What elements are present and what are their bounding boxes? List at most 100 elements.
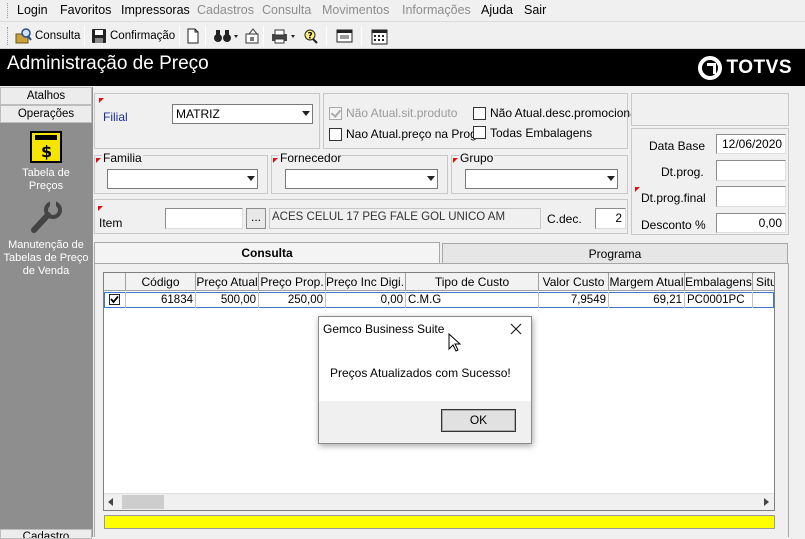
grupo-select[interactable] — [465, 169, 618, 189]
filial-value: MATRIZ — [176, 107, 220, 121]
totvs-logo: TOTVS — [697, 56, 793, 80]
nao-atual-preco-progr-checkbox[interactable] — [329, 128, 342, 141]
calendar-button[interactable] — [369, 26, 391, 46]
grid-header[interactable]: Preço Inc Digi... — [326, 273, 406, 291]
cell-preco-inc-digi[interactable]: 0,00 — [326, 292, 406, 308]
grupo-panel: Grupo — [451, 151, 628, 194]
menu-favoritos[interactable]: Favoritos — [60, 3, 111, 17]
grid-header[interactable]: Valor Custo — [539, 273, 609, 291]
new-document-button[interactable] — [184, 26, 202, 46]
info-panel — [631, 93, 789, 126]
save-icon — [92, 29, 106, 43]
menu-grip — [7, 3, 10, 18]
item-code-field[interactable] — [165, 208, 243, 229]
confirmacao-button[interactable]: Confirmação — [89, 26, 177, 46]
svg-text:$: $ — [41, 142, 52, 161]
consulta-icon — [15, 28, 32, 44]
filial-select[interactable]: MATRIZ — [172, 104, 313, 124]
close-icon[interactable] — [510, 323, 522, 335]
fornecedor-select[interactable] — [285, 169, 438, 189]
scroll-left-icon[interactable] — [108, 498, 113, 506]
nao-atual-desc-promocional-checkbox[interactable] — [473, 107, 486, 120]
help-button[interactable]: ? — [300, 26, 322, 46]
todas-embalagens-checkbox[interactable] — [473, 126, 486, 139]
toolbar-separator — [205, 26, 206, 46]
cdec-field[interactable]: 2 — [595, 208, 626, 229]
cell-preco-atual: 500,00 — [196, 292, 259, 308]
grid-header[interactable]: Embalagens — [685, 273, 753, 291]
sidebar-item-tabela-precos[interactable]: $ Tabela de Preços — [0, 131, 92, 193]
window-button[interactable] — [334, 26, 356, 46]
horizontal-scrollbar[interactable] — [104, 493, 774, 510]
chevron-down-icon — [607, 176, 615, 181]
grid-header[interactable]: Situ — [753, 273, 774, 291]
ok-button[interactable]: OK — [441, 409, 516, 432]
checked-checkbox-icon — [109, 294, 120, 305]
required-marker — [635, 187, 640, 192]
grid-header[interactable]: Tipo de Custo — [406, 273, 539, 291]
nao-atual-sit-produto-checkbox — [329, 107, 342, 120]
item-lookup-button[interactable]: ... — [246, 208, 266, 229]
toolbar-separator — [263, 26, 264, 46]
item-description-field: ACES CELUL 17 PEG FALE GOL UNICO AM — [269, 208, 541, 229]
totvs-logo-text: TOTVS — [726, 57, 792, 78]
filial-panel: Filial MATRIZ — [94, 93, 320, 149]
menu-consulta: Consulta — [262, 3, 312, 17]
binoculars-icon — [214, 30, 238, 42]
consulta-button[interactable]: Consulta — [13, 26, 82, 46]
tab-consulta[interactable]: Consulta — [94, 242, 440, 263]
desconto-value: 0,00 — [758, 216, 782, 230]
search-binoculars-button[interactable] — [211, 26, 241, 46]
dt-prog-field[interactable] — [716, 160, 786, 181]
tab-programa[interactable]: Programa — [442, 243, 788, 264]
menu-ajuda[interactable]: Ajuda — [481, 3, 513, 17]
grid-header[interactable]: Margem Atual — [609, 273, 685, 291]
sidebar-tab-cadastro[interactable]: Cadastro — [0, 529, 92, 539]
required-marker — [98, 206, 103, 211]
menu-login[interactable]: Login — [17, 3, 48, 17]
status-bar — [104, 515, 775, 529]
familia-select[interactable] — [107, 169, 258, 189]
cdec-value: 2 — [615, 211, 622, 225]
required-marker — [99, 98, 104, 103]
cell-valor-custo: 7,9549 — [539, 292, 609, 308]
dialog-title: Gemco Business Suite — [323, 322, 445, 336]
filial-label: Filial — [103, 110, 128, 124]
sidebar-item-manutencao-tabelas[interactable]: Manutenção de Tabelas de Preço de Venda — [0, 201, 92, 278]
dt-prog-final-field[interactable] — [716, 186, 786, 207]
cell-embalagens: PC0001PC — [685, 292, 753, 308]
sidebar-tab-operacoes[interactable]: Operações — [0, 105, 92, 123]
required-marker — [453, 158, 458, 163]
print-button[interactable] — [269, 26, 299, 46]
scroll-right-icon[interactable] — [764, 498, 769, 506]
sidebar: Atalhos Operações $ Tabela de Preços Man… — [0, 87, 93, 539]
scrollbar-thumb[interactable] — [122, 495, 164, 509]
data-base-value: 12/06/2020 — [722, 137, 783, 151]
dialog-footer: OK — [319, 401, 531, 443]
data-base-field[interactable]: 12/06/2020 — [716, 134, 786, 154]
grid-header[interactable]: Preço Atual — [196, 273, 259, 291]
message-dialog: Gemco Business Suite Preços Atualizados … — [318, 316, 532, 444]
dialog-message: Preços Atualizados com Sucesso! — [330, 366, 511, 380]
export-button[interactable] — [242, 26, 264, 46]
sidebar-tab-atalhos[interactable]: Atalhos — [0, 87, 92, 105]
sidebar-item-label: Manutenção de Tabelas de Preço de Venda — [3, 239, 89, 277]
menu-sair[interactable]: Sair — [524, 3, 546, 17]
required-marker — [273, 158, 278, 163]
cdec-label: C.dec. — [547, 212, 582, 226]
cell-preco-prop[interactable]: 250,00 — [259, 292, 326, 308]
totvs-logo-icon — [697, 56, 722, 80]
menu-bar: Login Favoritos Impressoras Cadastros Co… — [0, 0, 805, 22]
menu-impressoras[interactable]: Impressoras — [121, 3, 190, 17]
cell-situ — [753, 292, 774, 308]
nao-atual-preco-progr-label: Nao Atual.preço na Progr. — [346, 127, 484, 141]
grid-header[interactable]: Preço Prop. — [259, 273, 326, 291]
row-checkbox-cell[interactable] — [104, 292, 126, 308]
mouse-cursor-icon — [448, 333, 462, 352]
menu-informacoes: Informações — [402, 3, 471, 17]
new-document-icon — [187, 28, 199, 44]
chevron-down-icon — [247, 176, 255, 181]
grid-header[interactable]: Código — [126, 273, 196, 291]
menu-movimentos: Movimentos — [322, 3, 390, 17]
desconto-field[interactable]: 0,00 — [716, 213, 786, 233]
